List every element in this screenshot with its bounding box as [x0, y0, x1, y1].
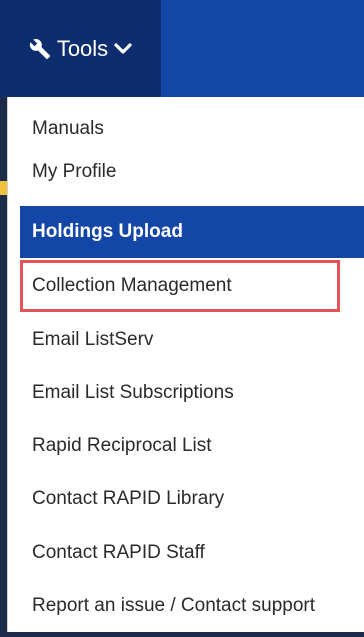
menu-item-report-issue[interactable]: Report an issue / Contact support	[20, 580, 364, 632]
menu-item-collection-management[interactable]: Collection Management	[20, 260, 340, 312]
menu-item-email-listserv[interactable]: Email ListServ	[20, 314, 364, 366]
top-navbar: Tools	[0, 0, 364, 97]
tools-dropdown-menu: Manuals My Profile Holdings Upload Colle…	[7, 97, 364, 637]
page-background-strip	[0, 97, 7, 637]
menu-item-manuals[interactable]: Manuals	[20, 103, 364, 155]
tools-menu-page: Tools Manuals My Profile Holdings Upload…	[0, 0, 364, 637]
tools-label: Tools	[56, 35, 109, 61]
menu-item-rapid-reciprocal-list[interactable]: Rapid Reciprocal List	[20, 420, 364, 472]
background-accent	[0, 181, 7, 195]
tools-menu-toggle[interactable]: Tools	[0, 0, 161, 97]
menu-item-contact-rapid-library[interactable]: Contact RAPID Library	[20, 473, 364, 525]
menu-item-email-list-subscriptions[interactable]: Email List Subscriptions	[20, 367, 364, 419]
menu-item-contact-rapid-staff[interactable]: Contact RAPID Staff	[20, 527, 364, 579]
wrench-icon	[29, 38, 51, 60]
chevron-down-icon	[114, 42, 132, 56]
menu-item-holdings-upload[interactable]: Holdings Upload	[20, 206, 364, 258]
bottom-edge	[7, 632, 364, 637]
menu-item-my-profile[interactable]: My Profile	[20, 153, 364, 183]
